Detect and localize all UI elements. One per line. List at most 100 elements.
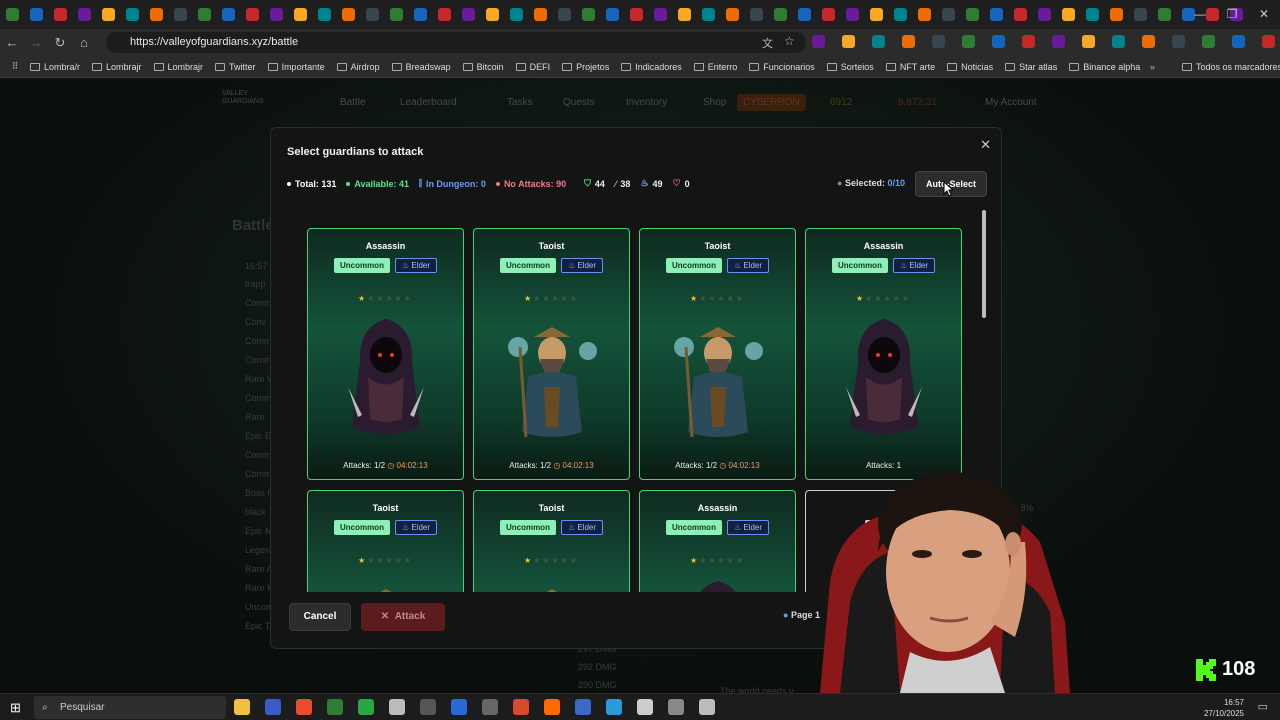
cancel-button[interactable]: Cancel xyxy=(289,603,351,631)
nav-quests[interactable]: Quests xyxy=(563,97,595,108)
tab-favicon-icon[interactable] xyxy=(990,8,1003,21)
url-field[interactable]: https://valleyofguardians.xyz/battle xyxy=(106,32,806,53)
extension-icon[interactable] xyxy=(1082,35,1095,48)
nav-battle[interactable]: Battle xyxy=(340,97,366,108)
tab-favicon-icon[interactable] xyxy=(942,8,955,21)
tab-favicon-icon[interactable] xyxy=(966,8,979,21)
tab-favicon-icon[interactable] xyxy=(846,8,859,21)
tab-favicon-icon[interactable] xyxy=(798,8,811,21)
extension-icon[interactable] xyxy=(1052,35,1065,48)
tab-favicon-icon[interactable] xyxy=(918,8,931,21)
grid-scrollbar[interactable] xyxy=(982,210,986,318)
forward-icon[interactable]: → xyxy=(24,35,48,50)
cyberron-badge[interactable]: CYBERRON xyxy=(737,94,806,111)
guardian-card[interactable]: Taoist Uncommon ♨ Elder ★★★★★★ xyxy=(307,490,464,592)
extension-icon[interactable] xyxy=(872,35,885,48)
tab-favicon-icon[interactable] xyxy=(1086,8,1099,21)
tab-favicon-icon[interactable] xyxy=(222,8,235,21)
reload-icon[interactable]: ↻ xyxy=(48,35,72,51)
taskbar-app-icon[interactable] xyxy=(451,699,467,715)
tab-favicon-icon[interactable] xyxy=(1062,8,1075,21)
bookmark-item[interactable]: Sorteios xyxy=(826,62,874,72)
bookmark-item[interactable]: Binance alpha xyxy=(1069,62,1140,72)
tab-favicon-icon[interactable] xyxy=(174,8,187,21)
taskbar-app-icon[interactable] xyxy=(265,699,281,715)
bookmark-item[interactable]: Indicadores xyxy=(621,62,682,72)
bookmark-item[interactable]: Enterro xyxy=(693,62,737,72)
home-icon[interactable]: ⌂ xyxy=(72,35,96,50)
tab-favicon-icon[interactable] xyxy=(1014,8,1027,21)
tab-favicon-icon[interactable] xyxy=(102,8,115,21)
tab-favicon-icon[interactable] xyxy=(630,8,643,21)
guardian-card[interactable]: Assassin Uncommon ♨ Elder ★★★★★★ xyxy=(639,490,796,592)
close-window-icon[interactable]: ✕ xyxy=(1248,0,1280,29)
taskbar-app-icon[interactable] xyxy=(544,699,560,715)
nav-leaderboard[interactable]: Leaderboard xyxy=(400,97,457,108)
taskbar-app-icon[interactable] xyxy=(606,699,622,715)
my-account-link[interactable]: My Account xyxy=(985,97,1037,108)
tab-favicon-icon[interactable] xyxy=(486,8,499,21)
tab-favicon-icon[interactable] xyxy=(702,8,715,21)
tab-favicon-icon[interactable] xyxy=(894,8,907,21)
tab-favicon-icon[interactable] xyxy=(30,8,43,21)
tab-favicon-icon[interactable] xyxy=(390,8,403,21)
minimize-icon[interactable]: — xyxy=(1184,0,1216,29)
tab-favicon-icon[interactable] xyxy=(318,8,331,21)
bookmark-item[interactable]: Projetos xyxy=(562,62,609,72)
taskbar-app-icon[interactable] xyxy=(575,699,591,715)
guardian-card[interactable]: Taoist Uncommon ♨ Elder ★★★★★★ Attacks: 1/2 … xyxy=(473,228,630,480)
attack-button[interactable]: ✕ Attack xyxy=(361,603,445,631)
bookmark-item[interactable]: Importante xyxy=(267,62,325,72)
taskbar-clock[interactable]: 16:57 27/10/2025 xyxy=(1204,697,1244,719)
taskbar-app-icon[interactable] xyxy=(358,699,374,715)
tab-favicon-icon[interactable] xyxy=(198,8,211,21)
bookmark-item[interactable]: Lombrajr xyxy=(92,62,142,72)
tab-favicon-icon[interactable] xyxy=(78,8,91,21)
bookmark-item[interactable]: Twitter xyxy=(215,62,256,72)
extension-icon[interactable] xyxy=(1262,35,1275,48)
nav-tasks[interactable]: Tasks xyxy=(507,97,533,108)
taskbar-app-icon[interactable] xyxy=(513,699,529,715)
back-icon[interactable]: ← xyxy=(0,35,24,50)
tab-favicon-icon[interactable] xyxy=(462,8,475,21)
taskbar-app-icon[interactable] xyxy=(668,699,684,715)
bookmark-item[interactable]: Lombra/r xyxy=(30,62,80,72)
extension-icon[interactable] xyxy=(842,35,855,48)
tab-favicon-icon[interactable] xyxy=(582,8,595,21)
tab-favicon-icon[interactable] xyxy=(774,8,787,21)
tab-favicon-icon[interactable] xyxy=(1038,8,1051,21)
bookmark-item[interactable]: Bitcoin xyxy=(462,62,504,72)
tab-favicon-icon[interactable] xyxy=(750,8,763,21)
more-bookmarks-icon[interactable]: » xyxy=(1150,62,1155,72)
bookmark-star-icon[interactable]: ☆ xyxy=(784,34,795,48)
tab-favicon-icon[interactable] xyxy=(558,8,571,21)
extension-icon[interactable] xyxy=(1172,35,1185,48)
taskbar-apps[interactable] xyxy=(234,699,715,715)
taskbar-search[interactable]: ⌕ Pesquisar xyxy=(34,696,226,719)
tab-favicon-icon[interactable] xyxy=(534,8,547,21)
extension-icon[interactable] xyxy=(902,35,915,48)
tab-favicon-icon[interactable] xyxy=(246,8,259,21)
tab-favicon-icon[interactable] xyxy=(822,8,835,21)
tab-favicon-icon[interactable] xyxy=(366,8,379,21)
tab-favicon-icon[interactable] xyxy=(54,8,67,21)
bookmark-item[interactable]: Breadswap xyxy=(391,62,451,72)
guardian-card[interactable]: Taoist Uncommon ♨ Elder ★★★★★★ Attacks: 1/2 … xyxy=(639,228,796,480)
tab-favicon-icon[interactable] xyxy=(294,8,307,21)
tab-favicon-icon[interactable] xyxy=(270,8,283,21)
taskbar-app-icon[interactable] xyxy=(420,699,436,715)
guardian-card[interactable]: Taoist Uncommon ♨ Elder ★★★★★★ xyxy=(473,490,630,592)
tab-favicon-icon[interactable] xyxy=(510,8,523,21)
tab-favicon-icon[interactable] xyxy=(1158,8,1171,21)
tab-favicon-icon[interactable] xyxy=(606,8,619,21)
taskbar-app-icon[interactable] xyxy=(296,699,312,715)
translate-icon[interactable]: 文 xyxy=(762,35,773,51)
bookmark-item[interactable]: Noticias xyxy=(947,62,993,72)
tab-favicon-icon[interactable] xyxy=(6,8,19,21)
tab-favicon-icon[interactable] xyxy=(414,8,427,21)
bookmark-item[interactable]: Lombrajr xyxy=(153,62,203,72)
taskbar-app-icon[interactable] xyxy=(234,699,250,715)
tab-favicon-icon[interactable] xyxy=(126,8,139,21)
extension-icon[interactable] xyxy=(1022,35,1035,48)
tab-favicon-icon[interactable] xyxy=(438,8,451,21)
